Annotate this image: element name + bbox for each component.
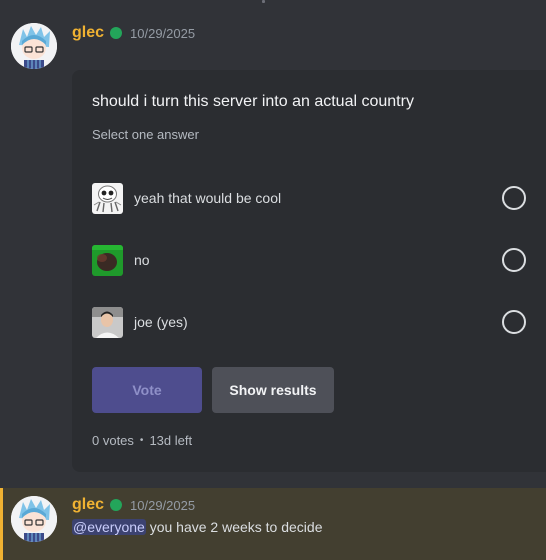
show-results-button[interactable]: Show results	[212, 367, 334, 413]
poll-footer: 0 votes • 13d left	[92, 433, 192, 448]
message-header: glec 10/29/2025	[72, 496, 195, 514]
poll-answer[interactable]: yeah that would be cool	[92, 176, 526, 220]
online-status-icon	[110, 499, 123, 511]
timestamp: 10/29/2025	[130, 497, 196, 513]
radio-button[interactable]	[502, 248, 526, 272]
answer-emoji-image	[92, 182, 123, 214]
everyone-mention[interactable]: @everyone	[72, 519, 146, 535]
answer-emoji-image	[92, 244, 123, 276]
username[interactable]: glec	[72, 496, 104, 514]
answer-label: yeah that would be cool	[134, 190, 282, 206]
poll-question: should i turn this server into an actual…	[92, 93, 414, 110]
previous-message-fragment	[262, 0, 265, 3]
answer-label: no	[134, 252, 150, 268]
time-left: 13d left	[149, 433, 193, 448]
answer-emoji-image	[92, 306, 123, 338]
radio-button[interactable]	[502, 310, 526, 334]
answer-label: joe (yes)	[134, 314, 188, 330]
online-status-icon	[110, 27, 123, 39]
vote-count: 0 votes	[92, 433, 134, 448]
avatar[interactable]	[11, 23, 57, 69]
message-mention: glec 10/29/2025 @everyone you have 2 wee…	[0, 488, 546, 560]
username[interactable]: glec	[72, 24, 104, 42]
radio-button[interactable]	[502, 186, 526, 210]
poll-subtitle: Select one answer	[92, 127, 199, 142]
message-content: @everyone you have 2 weeks to decide	[72, 519, 322, 535]
message-header: glec 10/29/2025	[72, 24, 195, 42]
poll-card: should i turn this server into an actual…	[72, 70, 546, 472]
poll-answer[interactable]: joe (yes)	[92, 300, 526, 344]
avatar[interactable]	[11, 496, 57, 542]
vote-button[interactable]: Vote	[92, 367, 202, 413]
separator-dot: •	[139, 435, 144, 446]
message-poll: glec 10/29/2025 should i turn this serve…	[0, 12, 546, 484]
timestamp: 10/29/2025	[130, 25, 196, 41]
poll-answer[interactable]: no	[92, 238, 526, 282]
message-text: you have 2 weeks to decide	[145, 519, 323, 535]
